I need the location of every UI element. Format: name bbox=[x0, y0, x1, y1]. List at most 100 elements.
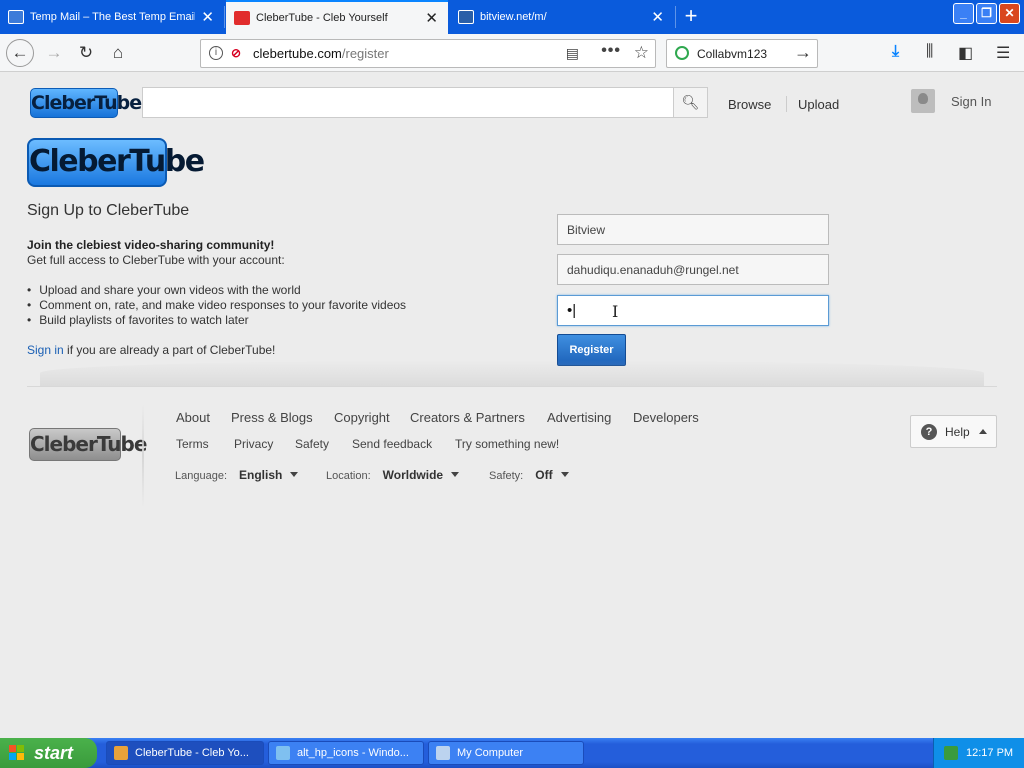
clebertube-large-logo: CleberTube bbox=[27, 138, 205, 187]
list-item: Upload and share your own videos with th… bbox=[27, 283, 406, 298]
insecure-lock-icon[interactable]: ⊘ bbox=[231, 46, 245, 60]
chevron-up-icon bbox=[979, 429, 987, 434]
tab-clebertube[interactable]: CleberTube - Cleb Yourself ✕ bbox=[226, 0, 448, 34]
help-label: Help bbox=[945, 425, 970, 439]
chevron-down-icon bbox=[451, 472, 460, 477]
chevron-down-icon bbox=[290, 472, 299, 477]
windows-taskbar: start CleberTube - Cleb Yo... alt_hp_ico… bbox=[0, 738, 1024, 768]
user-avatar-icon[interactable] bbox=[911, 89, 935, 113]
benefits-list: Upload and share your own videos with th… bbox=[27, 283, 406, 328]
footer-link-feedback[interactable]: Send feedback bbox=[352, 437, 432, 451]
footer-link-safety[interactable]: Safety bbox=[295, 437, 329, 451]
footer-link-copyright[interactable]: Copyright bbox=[334, 410, 390, 425]
network-icon[interactable] bbox=[944, 746, 958, 760]
tab-title: bitview.net/m/ bbox=[480, 11, 547, 23]
reader-view-icon[interactable]: ▤ bbox=[566, 45, 579, 62]
footer-link-about[interactable]: About bbox=[176, 410, 210, 425]
browser-toolbar: ← → ↻ ⌂ i ⊘ clebertube.com/register ▤ ••… bbox=[0, 34, 1024, 72]
browse-link[interactable]: Browse bbox=[728, 97, 771, 112]
footer-link-developers[interactable]: Developers bbox=[633, 410, 699, 425]
sign-in-prompt-text: if you are already a part of CleberTube! bbox=[63, 343, 276, 357]
location-value: Worldwide bbox=[382, 468, 444, 482]
footer-link-advertising[interactable]: Advertising bbox=[547, 410, 611, 425]
location-label: Location: bbox=[326, 470, 371, 482]
back-arrow-icon[interactable]: ← bbox=[6, 39, 34, 67]
address-bar[interactable]: i ⊘ clebertube.com/register ▤ ••• ☆ bbox=[200, 39, 656, 68]
footer-link-terms[interactable]: Terms bbox=[176, 437, 209, 451]
search-box-text: Collabvm123 bbox=[697, 47, 768, 61]
clebertube-favicon-icon bbox=[234, 11, 250, 25]
restore-icon[interactable]: ❐ bbox=[976, 3, 997, 24]
tab-bitview[interactable]: bitview.net/m/ ✕ bbox=[450, 0, 674, 34]
sidebar-icon[interactable]: ◧ bbox=[958, 43, 973, 63]
footer-link-press[interactable]: Press & Blogs bbox=[231, 410, 313, 425]
taskbar-item-my-computer[interactable]: My Computer bbox=[428, 741, 584, 765]
start-button[interactable]: start bbox=[0, 738, 97, 768]
hamburger-menu-icon[interactable]: ☰ bbox=[996, 43, 1010, 63]
email-field[interactable] bbox=[557, 254, 829, 285]
library-icon[interactable]: ⫼ bbox=[926, 43, 933, 61]
location-selector[interactable]: Location: Worldwide bbox=[326, 468, 460, 482]
browser-search-box[interactable]: Collabvm123 → bbox=[666, 39, 818, 68]
header-divider bbox=[786, 96, 787, 112]
minimize-icon[interactable]: _ bbox=[953, 3, 974, 24]
tab-temp-mail[interactable]: Temp Mail – The Best Temp Email S ✕ bbox=[0, 0, 224, 34]
new-tab-plus-icon[interactable]: + bbox=[678, 3, 704, 29]
question-icon: ? bbox=[921, 424, 937, 440]
safety-value: Off bbox=[535, 468, 553, 482]
home-icon[interactable]: ⌂ bbox=[104, 39, 132, 67]
taskbar-item-clebertube[interactable]: CleberTube - Cleb Yo... bbox=[106, 741, 264, 765]
taskbar-item-alt-hp-icons[interactable]: alt_hp_icons - Windo... bbox=[268, 741, 424, 765]
text-cursor-icon: I bbox=[612, 302, 619, 321]
username-field[interactable] bbox=[557, 214, 829, 245]
footer-separator bbox=[142, 404, 144, 508]
safety-label: Safety: bbox=[489, 470, 524, 482]
forward-arrow-icon[interactable]: → bbox=[40, 39, 68, 67]
close-tab-icon[interactable]: ✕ bbox=[425, 9, 438, 27]
sign-in-link[interactable]: Sign In bbox=[951, 94, 991, 109]
page-actions-icon[interactable]: ••• bbox=[601, 42, 621, 60]
reload-icon[interactable]: ↻ bbox=[72, 39, 100, 67]
clebertube-logo[interactable]: CleberTube bbox=[30, 88, 142, 118]
url-path: /register bbox=[341, 46, 389, 61]
page-title: Sign Up to CleberTube bbox=[27, 202, 190, 219]
intro-headline: Join the clebiest video-sharing communit… bbox=[27, 238, 275, 252]
site-info-icon[interactable]: i bbox=[209, 46, 223, 60]
bookmark-star-icon[interactable]: ☆ bbox=[634, 43, 649, 63]
password-field[interactable] bbox=[557, 295, 829, 326]
close-tab-icon[interactable]: ✕ bbox=[201, 8, 214, 26]
content-divider bbox=[27, 386, 997, 387]
taskbar-item-label: CleberTube - Cleb Yo... bbox=[135, 747, 249, 759]
list-item: Comment on, rate, and make video respons… bbox=[27, 298, 406, 313]
upload-link[interactable]: Upload bbox=[798, 97, 839, 112]
folder-window-icon bbox=[276, 746, 290, 760]
tab-title: Temp Mail – The Best Temp Email S bbox=[30, 11, 196, 23]
sign-in-prompt: Sign in if you are already a part of Cle… bbox=[27, 343, 275, 357]
safety-selector[interactable]: Safety: Off bbox=[489, 468, 569, 482]
search-go-arrow-icon[interactable]: → bbox=[794, 42, 812, 63]
language-selector[interactable]: Language: English bbox=[175, 468, 299, 482]
system-tray: 12:17 PM bbox=[933, 738, 1024, 768]
start-label: start bbox=[34, 743, 74, 763]
bitview-favicon-icon bbox=[458, 10, 474, 24]
url-text[interactable]: clebertube.com/register bbox=[253, 46, 389, 61]
footer-link-creators[interactable]: Creators & Partners bbox=[410, 410, 525, 425]
downloads-icon[interactable]: ⤓ bbox=[892, 43, 899, 61]
temp-mail-favicon-icon bbox=[8, 10, 24, 24]
language-label: Language: bbox=[175, 470, 227, 482]
sign-in-inline-link[interactable]: Sign in bbox=[27, 343, 64, 357]
footer-logo[interactable]: CleberTube bbox=[29, 428, 147, 461]
close-window-icon[interactable]: ✕ bbox=[999, 3, 1020, 24]
search-button[interactable]: 🔍︎ bbox=[673, 87, 708, 118]
chevron-down-icon bbox=[560, 472, 569, 477]
taskbar-item-label: alt_hp_icons - Windo... bbox=[297, 747, 409, 759]
help-button[interactable]: ? Help bbox=[910, 415, 997, 448]
list-item: Build playlists of favorites to watch la… bbox=[27, 313, 406, 328]
close-tab-icon[interactable]: ✕ bbox=[651, 8, 664, 26]
firefox-icon bbox=[114, 746, 128, 760]
language-value: English bbox=[239, 468, 283, 482]
url-domain: clebertube.com bbox=[253, 46, 342, 61]
site-search-input[interactable] bbox=[142, 87, 674, 118]
footer-link-try-new[interactable]: Try something new! bbox=[455, 437, 559, 451]
footer-link-privacy[interactable]: Privacy bbox=[234, 437, 273, 451]
